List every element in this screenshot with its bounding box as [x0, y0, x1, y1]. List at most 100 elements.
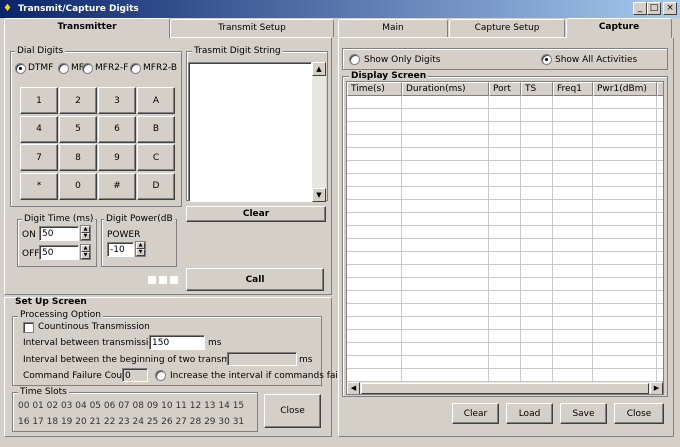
transmit-scrollbar[interactable]: ▲ ▼: [312, 62, 326, 202]
interval-input[interactable]: 150: [149, 335, 205, 350]
continuous-label: Countinous Transmission: [38, 322, 150, 332]
radio-mfr2b-label: MFR2-B: [143, 63, 178, 73]
digit-power-label: Digit Power(dB: [104, 214, 175, 224]
processing-label: Processing Option: [18, 310, 103, 320]
column-header[interactable]: TS: [521, 82, 553, 96]
grid-line: [520, 96, 521, 382]
transmit-string-textarea[interactable]: [188, 62, 312, 202]
grid-line: [347, 121, 663, 122]
grid-line: [347, 147, 663, 148]
interval-unit: ms: [208, 338, 222, 348]
tab-transmitter[interactable]: Transmitter: [4, 18, 170, 38]
indicator-1: [148, 276, 156, 284]
digit-time-label: Digit Time (ms): [22, 214, 96, 224]
increase-interval-label: Increase the interval if commands fail.: [170, 371, 344, 381]
grid-line: [656, 96, 657, 382]
keypad-key[interactable]: 7: [20, 144, 58, 171]
on-time-stepper[interactable]: ▲ ▼: [80, 225, 91, 241]
grid-line: [347, 134, 663, 135]
transmit-string-label: Trasmit Digit String: [192, 46, 283, 56]
app-icon: ♦: [3, 3, 12, 14]
capture-table[interactable]: Time(s) Duration(ms) Port TS Freq1 Pwr1(dBm) …: [346, 81, 664, 395]
keypad-key[interactable]: *: [20, 172, 58, 200]
grid-line: [347, 199, 663, 200]
radio-mfr2f[interactable]: [82, 63, 93, 74]
capture-close-button[interactable]: Close: [614, 403, 664, 424]
keypad-key[interactable]: #: [98, 172, 136, 200]
radio-mfr2f-label: MFR2-F: [95, 63, 129, 73]
keypad-key[interactable]: 6: [98, 115, 136, 143]
scroll-up-icon[interactable]: ▲: [312, 62, 326, 76]
table-body: [347, 96, 663, 382]
call-button[interactable]: Call: [186, 268, 324, 291]
keypad: 1 2 3 A 4 5 6 B 7 8 9 C * 0 # D: [20, 87, 178, 201]
capture-load-button[interactable]: Load: [506, 403, 553, 424]
continuous-checkbox[interactable]: [23, 322, 34, 333]
grid-line: [347, 212, 663, 213]
column-header[interactable]: Duration(ms): [402, 82, 489, 96]
off-time-stepper[interactable]: ▲ ▼: [80, 244, 91, 260]
column-header[interactable]: Time(s): [347, 82, 402, 96]
grid-line: [347, 173, 663, 174]
column-header-overflow: [657, 82, 663, 96]
keypad-key[interactable]: 4: [20, 115, 58, 143]
off-label: OFF: [22, 249, 40, 259]
power-stepper[interactable]: ▲ ▼: [135, 241, 146, 257]
dial-digits-label: Dial Digits: [15, 46, 66, 56]
minimize-button[interactable]: _: [633, 2, 647, 15]
keypad-key[interactable]: 8: [59, 144, 97, 171]
increase-interval-toggle[interactable]: [155, 370, 166, 381]
maximize-button[interactable]: □: [647, 2, 661, 15]
tab-transmit-setup[interactable]: Transmit Setup: [170, 19, 334, 37]
horizontal-scrollbar[interactable]: ◀ ▶: [347, 382, 663, 394]
scroll-down-icon[interactable]: ▼: [312, 188, 326, 202]
keypad-key[interactable]: 1: [20, 87, 58, 114]
keypad-key[interactable]: 5: [59, 115, 97, 143]
window-title: Transmit/Capture Digits: [18, 4, 139, 14]
tab-capture-setup[interactable]: Capture Setup: [449, 19, 565, 37]
off-time-input[interactable]: 50: [39, 245, 79, 260]
keypad-key[interactable]: C: [137, 144, 175, 171]
grid-line: [347, 186, 663, 187]
keypad-key[interactable]: A: [137, 87, 175, 114]
grid-line: [347, 277, 663, 278]
grid-line: [347, 225, 663, 226]
grid-line: [592, 96, 593, 382]
radio-show-all[interactable]: [541, 54, 552, 65]
radio-show-digits[interactable]: [349, 54, 360, 65]
grid-line: [347, 368, 663, 369]
on-label: ON: [22, 230, 36, 240]
tab-capture[interactable]: Capture: [566, 18, 672, 38]
power-input[interactable]: -10: [107, 242, 134, 257]
left-close-button[interactable]: Close: [264, 394, 321, 428]
time-slots-row-1[interactable]: 00 01 02 03 04 05 06 07 08 09 10 11 12 1…: [18, 401, 244, 411]
grid-line: [488, 96, 489, 382]
radio-mfr2b[interactable]: [130, 63, 141, 74]
column-header[interactable]: Pwr1(dBm): [593, 82, 657, 96]
keypad-key[interactable]: 0: [59, 172, 97, 200]
clear-string-button[interactable]: Clear: [186, 206, 326, 222]
radio-mf[interactable]: [58, 63, 69, 74]
grid-line: [347, 251, 663, 252]
keypad-key[interactable]: 9: [98, 144, 136, 171]
time-slots-label: Time Slots: [18, 387, 69, 397]
column-header[interactable]: Freq1: [553, 82, 593, 96]
keypad-key[interactable]: D: [137, 172, 175, 200]
close-window-button[interactable]: ×: [663, 2, 677, 15]
capture-save-button[interactable]: Save: [560, 403, 607, 424]
column-header[interactable]: Port: [489, 82, 521, 96]
capture-clear-button[interactable]: Clear: [452, 403, 499, 424]
keypad-key[interactable]: B: [137, 115, 175, 143]
radio-dtmf[interactable]: [15, 63, 26, 74]
keypad-key[interactable]: 2: [59, 87, 97, 114]
time-slots-row-2[interactable]: 16 17 18 19 20 21 22 23 24 25 26 27 28 2…: [18, 417, 244, 427]
keypad-key[interactable]: 3: [98, 87, 136, 114]
scroll-right-icon[interactable]: ▶: [650, 382, 663, 394]
scroll-left-icon[interactable]: ◀: [347, 382, 360, 394]
grid-line: [347, 342, 663, 343]
on-time-input[interactable]: 50: [39, 226, 79, 241]
title-bar: Transmit/Capture Digits: [0, 0, 680, 18]
scroll-thumb[interactable]: [361, 383, 649, 394]
indicator-3: [170, 276, 178, 284]
tab-main[interactable]: Main: [338, 19, 448, 37]
